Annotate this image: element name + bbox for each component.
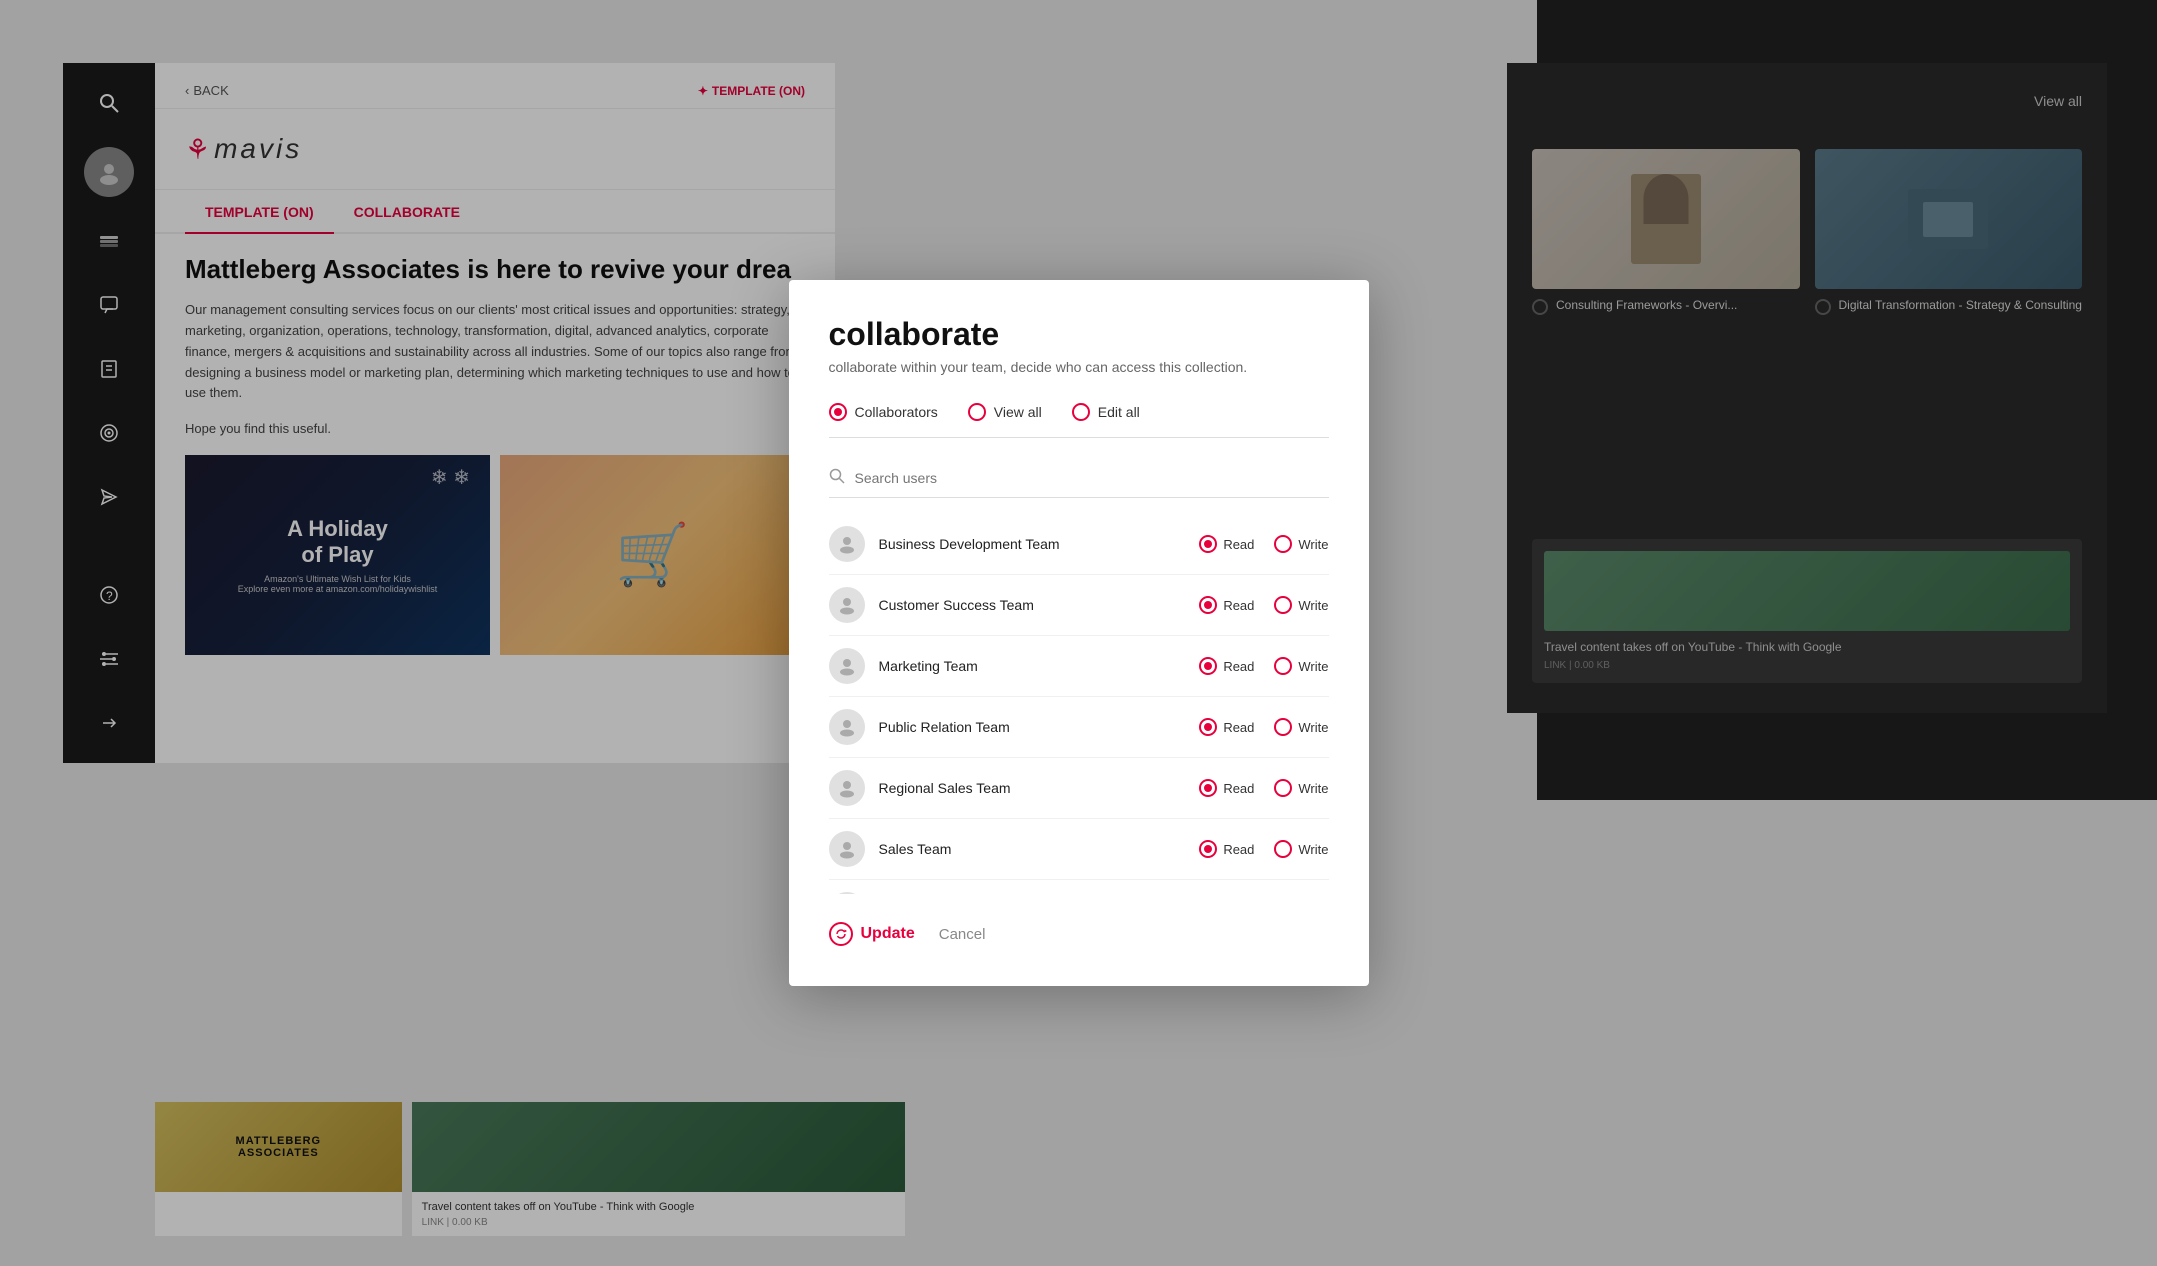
perm-read-regional-sales[interactable]: Read	[1199, 779, 1254, 797]
write-label-business-dev: Write	[1298, 537, 1328, 552]
read-radio-customer-success	[1199, 596, 1217, 614]
cancel-button[interactable]: Cancel	[939, 926, 986, 943]
user-avatar-sales-team	[829, 831, 865, 867]
user-perms-marketing: Read Write	[1199, 657, 1328, 675]
perm-read-public-relation[interactable]: Read	[1199, 718, 1254, 736]
perm-write-sales-team[interactable]: Write	[1274, 840, 1328, 858]
user-perms-sales-team: Read Write	[1199, 840, 1328, 858]
user-row-marketing: Marketing Team Read Write	[829, 636, 1329, 697]
tab-edit-all[interactable]: Edit all	[1072, 403, 1140, 421]
dialog-title: collaborate	[829, 316, 1329, 353]
write-radio-business-dev	[1274, 535, 1292, 553]
update-button-label: Update	[861, 925, 915, 943]
user-avatar-marketing	[829, 648, 865, 684]
user-row-public-relation: Public Relation Team Read Write	[829, 697, 1329, 758]
read-radio-marketing	[1199, 657, 1217, 675]
search-icon-dialog	[829, 468, 845, 487]
perm-write-business-dev[interactable]: Write	[1274, 535, 1328, 553]
write-label-marketing: Write	[1298, 659, 1328, 674]
tab-collaborators-radio	[829, 403, 847, 421]
users-list: Business Development Team Read Write	[829, 514, 1329, 894]
user-perms-public-relation: Read Write	[1199, 718, 1328, 736]
user-avatar-customer-success	[829, 587, 865, 623]
user-row-sales-team: Sales Team Read Write	[829, 819, 1329, 880]
perm-read-customer-success[interactable]: Read	[1199, 596, 1254, 614]
user-perms-regional-sales: Read Write	[1199, 779, 1328, 797]
read-radio-business-dev	[1199, 535, 1217, 553]
read-radio-public-relation	[1199, 718, 1217, 736]
user-name-sales-team: Sales Team	[879, 841, 1200, 857]
write-radio-regional-sales	[1274, 779, 1292, 797]
user-avatar-liam-smith	[829, 892, 865, 894]
read-radio-regional-sales	[1199, 779, 1217, 797]
write-radio-marketing	[1274, 657, 1292, 675]
user-perms-business-dev: Read Write	[1199, 535, 1328, 553]
user-row-regional-sales: Regional Sales Team Read Write	[829, 758, 1329, 819]
user-avatar-public-relation	[829, 709, 865, 745]
user-avatar-business-dev	[829, 526, 865, 562]
user-perms-customer-success: Read Write	[1199, 596, 1328, 614]
dialog-subtitle: collaborate within your team, decide who…	[829, 359, 1329, 375]
user-name-business-dev: Business Development Team	[879, 536, 1200, 552]
perm-read-marketing[interactable]: Read	[1199, 657, 1254, 675]
write-label-regional-sales: Write	[1298, 781, 1328, 796]
user-row-liam-smith: Liam Smith Read Write	[829, 880, 1329, 894]
write-label-public-relation: Write	[1298, 720, 1328, 735]
tab-collaborators-label: Collaborators	[855, 404, 938, 420]
write-radio-customer-success	[1274, 596, 1292, 614]
perm-write-customer-success[interactable]: Write	[1274, 596, 1328, 614]
dialog-tabs-row: Collaborators View all Edit all	[829, 403, 1329, 438]
collaborate-dialog: collaborate collaborate within your team…	[789, 280, 1369, 986]
user-name-regional-sales: Regional Sales Team	[879, 780, 1200, 796]
read-label-regional-sales: Read	[1223, 781, 1254, 796]
update-circle-icon	[829, 922, 853, 946]
update-button[interactable]: Update	[829, 922, 915, 946]
read-radio-sales-team	[1199, 840, 1217, 858]
tab-collaborators[interactable]: Collaborators	[829, 403, 938, 421]
perm-write-marketing[interactable]: Write	[1274, 657, 1328, 675]
write-radio-public-relation	[1274, 718, 1292, 736]
write-label-sales-team: Write	[1298, 842, 1328, 857]
search-bar	[829, 458, 1329, 498]
user-avatar-regional-sales	[829, 770, 865, 806]
perm-write-public-relation[interactable]: Write	[1274, 718, 1328, 736]
tab-view-all-radio	[968, 403, 986, 421]
tab-edit-all-label: Edit all	[1098, 404, 1140, 420]
read-label-sales-team: Read	[1223, 842, 1254, 857]
perm-read-sales-team[interactable]: Read	[1199, 840, 1254, 858]
dialog-footer: Update Cancel	[829, 922, 1329, 946]
perm-write-regional-sales[interactable]: Write	[1274, 779, 1328, 797]
perm-read-business-dev[interactable]: Read	[1199, 535, 1254, 553]
write-radio-sales-team	[1274, 840, 1292, 858]
tab-view-all[interactable]: View all	[968, 403, 1042, 421]
user-name-customer-success: Customer Success Team	[879, 597, 1200, 613]
user-name-public-relation: Public Relation Team	[879, 719, 1200, 735]
read-label-customer-success: Read	[1223, 598, 1254, 613]
read-label-business-dev: Read	[1223, 537, 1254, 552]
user-row-customer-success: Customer Success Team Read Write	[829, 575, 1329, 636]
user-name-marketing: Marketing Team	[879, 658, 1200, 674]
write-label-customer-success: Write	[1298, 598, 1328, 613]
user-row-business-dev: Business Development Team Read Write	[829, 514, 1329, 575]
read-label-public-relation: Read	[1223, 720, 1254, 735]
read-label-marketing: Read	[1223, 659, 1254, 674]
search-users-input[interactable]	[855, 470, 1329, 486]
tab-view-all-label: View all	[994, 404, 1042, 420]
tab-edit-all-radio	[1072, 403, 1090, 421]
